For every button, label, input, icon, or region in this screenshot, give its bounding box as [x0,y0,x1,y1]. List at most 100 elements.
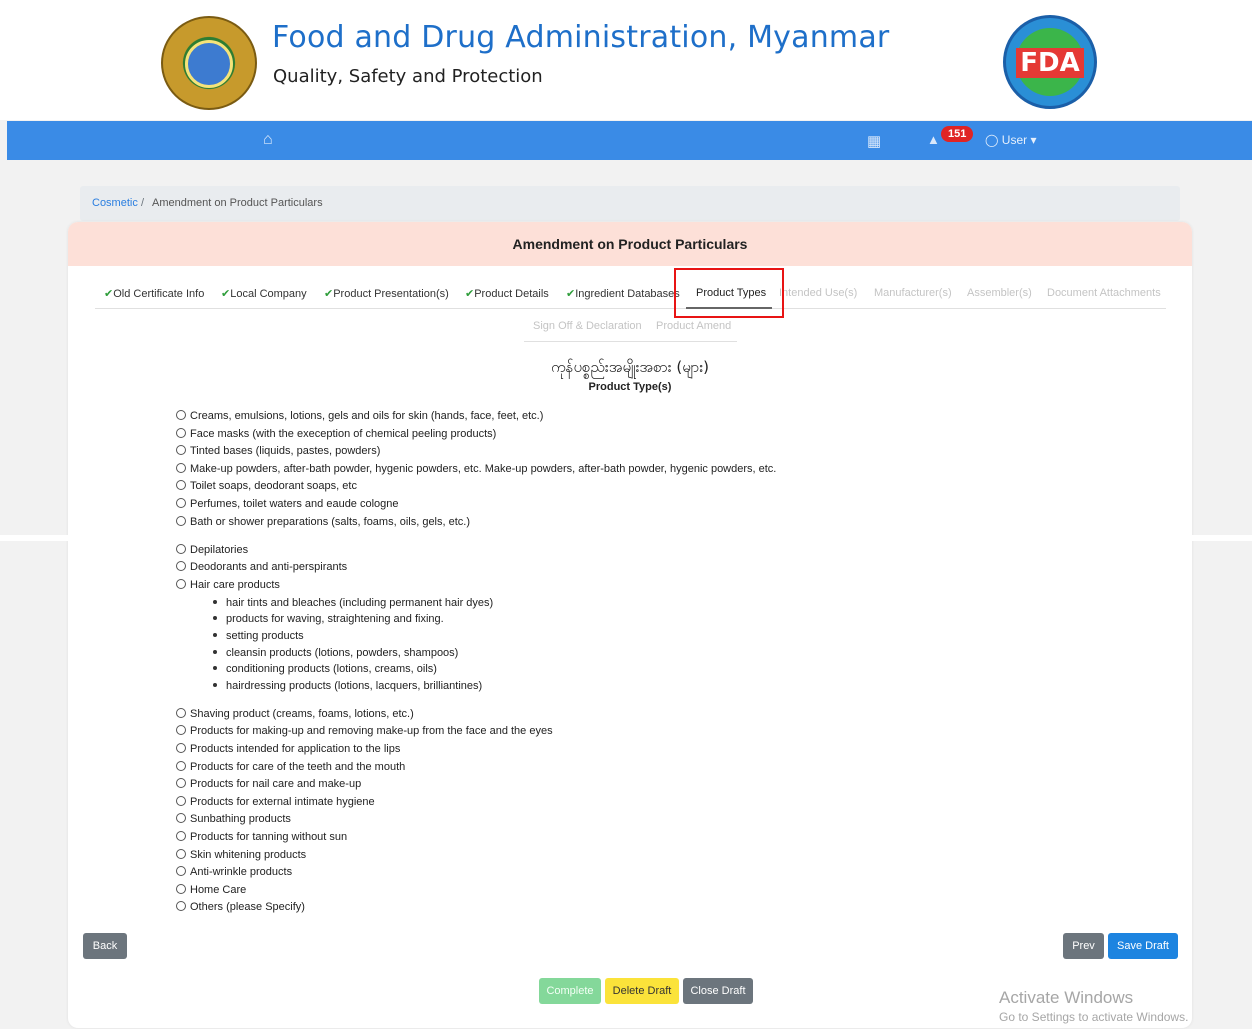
tab-product-amend[interactable]: Product Amend [656,320,731,332]
tab-document-attachments[interactable]: Document Attachments [1047,287,1161,299]
product-type-option[interactable]: Products for making-up and removing make… [176,724,553,738]
breadcrumb-current: Amendment on Product Particulars [152,197,323,209]
radio-button[interactable] [176,428,186,438]
radio-button[interactable] [176,561,186,571]
main-navbar: ⌂ ▦ ▲ 151 ◯ User ▾ [7,121,1252,160]
site-header: Food and Drug Administration, Myanmar Qu… [0,0,1252,120]
radio-button[interactable] [176,498,186,508]
tab-product-presentations[interactable]: ✔Product Presentation(s) [324,287,449,300]
check-icon: ✔ [465,288,475,300]
product-type-option[interactable]: Tinted bases (liquids, pastes, powders) [176,444,380,458]
radio-button[interactable] [176,410,186,420]
hair-care-item: conditioning products (lotions, creams, … [213,662,437,676]
complete-button[interactable]: Complete [539,978,601,1004]
product-type-option[interactable]: Face masks (with the exeception of chemi… [176,427,496,441]
back-button[interactable]: Back [83,933,127,959]
ministry-seal-logo [161,16,257,110]
tab-manufacturers[interactable]: Manufacturer(s) [874,287,952,299]
notification-badge[interactable]: 151 [941,126,974,142]
radio-button[interactable] [176,743,186,753]
activate-windows-hint: Go to Settings to activate Windows. [999,1010,1189,1024]
site-subtitle: Quality, Safety and Protection [273,66,543,87]
tab-intended-uses[interactable]: Intended Use(s) [779,287,857,299]
site-title: Food and Drug Administration, Myanmar [272,20,890,55]
product-type-option[interactable]: Bath or shower preparations (salts, foam… [176,515,470,529]
radio-button[interactable] [176,708,186,718]
product-type-option[interactable]: Products for nail care and make-up [176,777,361,791]
radio-button[interactable] [176,796,186,806]
product-type-option[interactable]: Products for care of the teeth and the m… [176,760,405,774]
tab-local-company[interactable]: ✔Local Company [221,287,307,300]
fda-logo: FDA [1003,15,1097,109]
tab-old-certificate-info[interactable]: ✔Old Certificate Info [104,287,204,300]
user-menu[interactable]: ◯ User ▾ [985,133,1037,147]
fda-logo-text: FDA [1016,48,1084,78]
radio-button[interactable] [176,725,186,735]
breadcrumb: Cosmetic / Amendment on Product Particul… [80,186,1180,221]
radio-button[interactable] [176,901,186,911]
radio-button[interactable] [176,480,186,490]
tab-divider [95,308,1166,309]
annotation-highlight-box [674,268,784,318]
product-type-option[interactable]: Others (please Specify) [176,900,305,914]
hair-care-item: setting products [213,629,304,643]
radio-button[interactable] [176,463,186,473]
product-type-option[interactable]: Products intended for application to the… [176,742,400,756]
radio-button[interactable] [176,813,186,823]
screenshot-seam [0,535,1252,541]
radio-button[interactable] [176,866,186,876]
check-icon: ✔ [324,288,334,300]
breadcrumb-separator: / [141,197,145,209]
tab-ingredient-databases[interactable]: ✔Ingredient Databases [566,287,680,300]
tab-product-details[interactable]: ✔Product Details [465,287,549,300]
hair-care-item: hairdressing products (lotions, lacquers… [213,679,482,693]
card-header: Amendment on Product Particulars [68,222,1192,266]
product-type-option[interactable]: Sunbathing products [176,812,291,826]
section-title-myanmar: ကုန်ပစ္စည်းအမျိုးအစား (များ) [551,358,709,376]
breadcrumb-cosmetic-link[interactable]: Cosmetic [92,197,138,209]
product-type-option[interactable]: Skin whitening products [176,848,306,862]
radio-button[interactable] [176,778,186,788]
check-icon: ✔ [221,288,231,300]
hair-care-item: hair tints and bleaches (including perma… [213,596,493,610]
product-type-option[interactable]: Make-up powders, after-bath powder, hyge… [176,462,776,476]
radio-button[interactable] [176,516,186,526]
user-label: User [1001,133,1028,147]
close-draft-button[interactable]: Close Draft [683,978,753,1004]
product-type-option[interactable]: Perfumes, toilet waters and eaude cologn… [176,497,399,511]
product-type-option[interactable]: Creams, emulsions, lotions, gels and oil… [176,409,543,423]
radio-button[interactable] [176,579,186,589]
bell-icon[interactable]: ▲ [927,132,940,147]
check-icon: ✔ [104,288,114,300]
product-type-option[interactable]: Shaving product (creams, foams, lotions,… [176,707,414,721]
hair-care-item: cleansin products (lotions, powders, sha… [213,646,458,660]
radio-button[interactable] [176,761,186,771]
tab-assemblers[interactable]: Assembler(s) [967,287,1032,299]
home-icon[interactable]: ⌂ [263,131,273,149]
radio-button[interactable] [176,831,186,841]
activate-windows-watermark: Activate Windows [999,988,1134,1007]
tab-sign-off-declaration[interactable]: Sign Off & Declaration [533,320,642,332]
user-icon: ◯ [985,133,999,147]
product-type-option[interactable]: Home Care [176,883,246,897]
prev-button[interactable]: Prev [1063,933,1104,959]
radio-button[interactable] [176,849,186,859]
product-type-option[interactable]: Products for tanning without sun [176,830,347,844]
section-title-english: Product Type(s) [588,381,672,393]
radio-button[interactable] [176,445,186,455]
radio-button[interactable] [176,544,186,554]
product-type-option[interactable]: Anti-wrinkle products [176,865,292,879]
map-icon[interactable]: ▦ [867,132,881,150]
delete-draft-button[interactable]: Delete Draft [605,978,679,1004]
save-draft-button[interactable]: Save Draft [1108,933,1178,959]
product-type-option[interactable]: Products for external intimate hygiene [176,795,375,809]
product-type-option[interactable]: Deodorants and anti-perspirants [176,560,347,574]
product-type-option[interactable]: Depilatories [176,543,248,557]
hair-care-item: products for waving, straightening and f… [213,612,444,626]
product-type-option[interactable]: Hair care products [176,578,280,592]
caret-down-icon: ▾ [1030,133,1037,147]
radio-button[interactable] [176,884,186,894]
tab-divider-row2 [524,341,737,342]
check-icon: ✔ [566,288,576,300]
product-type-option[interactable]: Toilet soaps, deodorant soaps, etc [176,479,357,493]
